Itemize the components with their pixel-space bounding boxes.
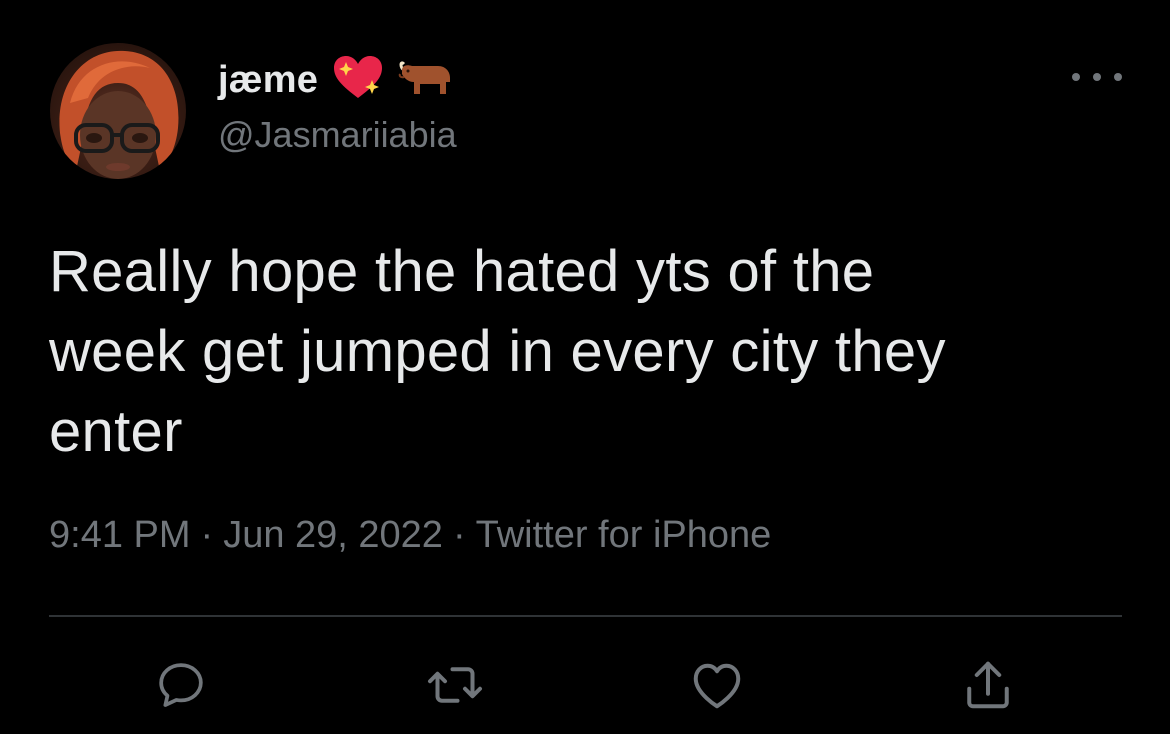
display-name[interactable]: jæme	[218, 59, 318, 102]
divider	[49, 615, 1122, 617]
tweet-text-line: week get jumped in every city they	[49, 319, 946, 384]
like-button[interactable]	[682, 650, 752, 720]
tweet-text: Really hope the hated yts of the week ge…	[49, 232, 1129, 472]
more-dot	[1114, 73, 1122, 81]
tweet-detail: jæme @Jasmariiabia Really hope the hated…	[0, 0, 1170, 734]
more-dot	[1093, 73, 1101, 81]
tweet-source[interactable]: Twitter for iPhone	[476, 514, 772, 556]
action-bar	[0, 650, 1170, 720]
meta-separator: ·	[200, 514, 214, 556]
reply-button[interactable]	[146, 650, 216, 720]
more-options-button[interactable]	[1072, 62, 1122, 92]
ox-emoji	[398, 58, 452, 103]
tweet-meta: 9:41 PM · Jun 29, 2022 · Twitter for iPhone	[49, 514, 771, 557]
share-button[interactable]	[953, 650, 1023, 720]
meta-separator: ·	[452, 514, 466, 556]
user-handle[interactable]: @Jasmariiabia	[218, 114, 457, 156]
tweet-text-line: enter	[49, 399, 183, 464]
tweet-time[interactable]: 9:41 PM	[49, 514, 191, 556]
retweet-button[interactable]	[420, 650, 490, 720]
user-name-row[interactable]: jæme	[218, 54, 452, 107]
avatar[interactable]	[50, 43, 186, 179]
reply-icon	[159, 663, 203, 707]
heart-icon	[693, 663, 741, 709]
avatar-image	[59, 50, 179, 179]
retweet-icon	[428, 667, 482, 703]
share-icon	[967, 661, 1009, 709]
tweet-text-line: Really hope the hated yts of the	[49, 239, 875, 304]
more-dot	[1072, 73, 1080, 81]
sparkling-heart-emoji	[332, 54, 384, 107]
tweet-date[interactable]: Jun 29, 2022	[223, 514, 443, 556]
